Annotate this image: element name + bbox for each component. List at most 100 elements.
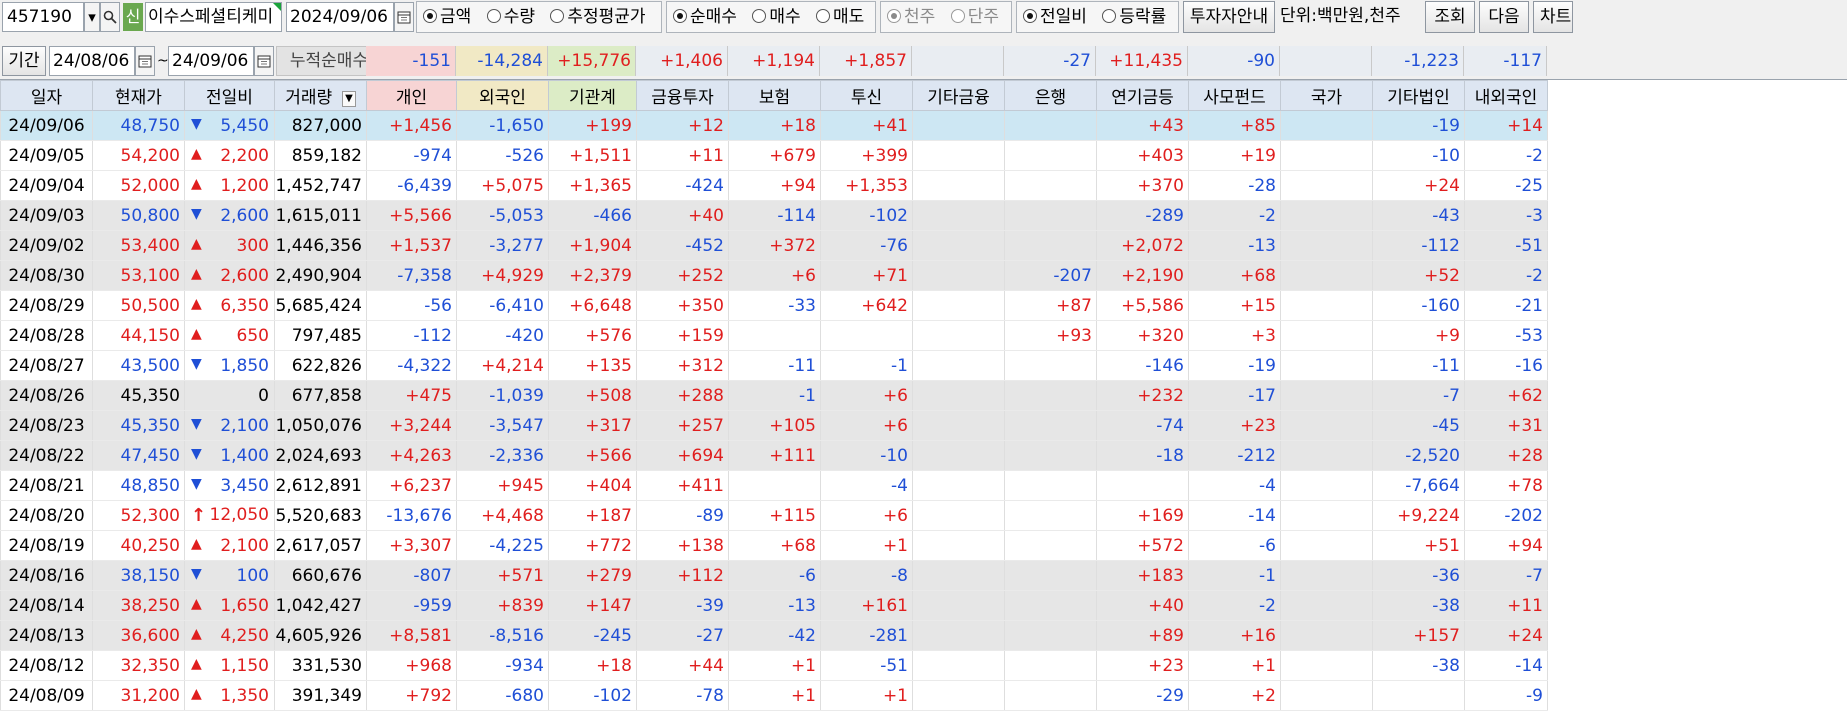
header-insurance[interactable]: 보험 [728,80,821,111]
radio-change-rate[interactable]: 등락률 [1102,2,1166,32]
cell-date: 24/08/21 [0,470,93,501]
header-other-finance[interactable]: 기타금융 [912,80,1005,111]
code-dropdown-button[interactable]: ▾ [84,2,100,32]
cell-individual: -807 [366,560,457,591]
header-change[interactable]: 전일비 [184,80,275,111]
table-row[interactable]: 24/08/28 44,150 ▲ 650 797,485 -112 -420 +576 +15… [0,320,1548,351]
header-financial-invest[interactable]: 금융투자 [636,80,729,111]
cell-volume: 2,617,057 [274,530,367,561]
date-picker-button[interactable] [394,2,414,32]
cell-individual: +4,263 [366,440,457,471]
cell-other-finance [912,590,1005,621]
table-row[interactable]: 24/08/27 43,500 ▼ 1,850 622,826 -4,322 +4,214 +… [0,350,1548,381]
cell-institution: +135 [548,350,637,381]
table-row[interactable]: 24/09/06 48,750 ▼ 5,450 827,000 +1,456 -1,650 +… [0,110,1548,141]
cell-bank [1004,380,1097,411]
search-button[interactable] [100,2,120,32]
radio-amount[interactable]: 금액 [423,2,471,32]
up-arrow-icon: ▲ [191,175,202,192]
change-value: 100 [236,565,269,586]
cell-insurance: +6 [728,260,821,291]
radio-quantity[interactable]: 수량 [486,2,535,32]
cell-pension: +40 [1096,590,1189,621]
investor-trading-grid[interactable]: 일자 현재가 전일비 거래량 ▼ 개인 외국인 기관계 금융투자 보험 투신 기타금융 은행 연기금등 사모… [0,79,1847,715]
table-row[interactable]: 24/08/21 48,850 ▼ 3,450 2,612,891 +6,237 +945 +… [0,470,1548,501]
start-date-picker-button[interactable] [135,46,155,76]
cumulative-insurance: +1,194 [728,46,820,76]
header-date[interactable]: 일자 [0,80,93,111]
radio-net-buy[interactable]: 순매수 [673,2,737,32]
header-individual[interactable]: 개인 [366,80,457,111]
header-trust[interactable]: 투신 [820,80,913,111]
table-row[interactable]: 24/08/19 40,250 ▲ 2,100 2,617,057 +3,307 -4,22… [0,530,1548,561]
cell-private-fund: -28 [1188,170,1281,201]
radio-thousand-shares[interactable]: 천주 [887,2,935,32]
table-row[interactable]: 24/09/02 53,400 ▲ 300 1,446,356 +1,537 -3,277 +… [0,230,1548,261]
investor-guide-button[interactable]: 투자자안내 [1183,1,1275,33]
start-date-value: 24/08/06 [53,51,130,71]
cell-other-corp: +9 [1372,320,1465,351]
radio-estimated-avg[interactable]: 추정평균가 [550,2,646,32]
table-row[interactable]: 24/08/20 52,300 ↑ 12,050 5,520,683 -13,676 +4,… [0,500,1548,531]
sort-dropdown-icon[interactable]: ▼ [342,91,356,107]
radio-single-shares[interactable]: 단주 [950,2,999,32]
start-date-input[interactable]: 24/08/06 [49,46,135,76]
cell-change: ▲ 1,150 [184,650,275,681]
table-row[interactable]: 24/09/03 50,800 ▼ 2,600 1,615,011 +5,566 -5,05… [0,200,1548,231]
header-foreign[interactable]: 외국인 [456,80,549,111]
cell-financial-invest: +694 [636,440,729,471]
header-nation[interactable]: 국가 [1280,80,1373,111]
table-row[interactable]: 24/08/26 45,350 0 677,858 +475 -1,039 +508 +288… [0,380,1548,411]
stock-code-input[interactable]: 457190 [2,2,84,32]
chart-button[interactable]: 차트 [1533,1,1573,33]
cell-pension: +5,586 [1096,290,1189,321]
cell-other-corp: -38 [1372,650,1465,681]
header-bank[interactable]: 은행 [1004,80,1097,111]
table-row[interactable]: 24/09/05 54,200 ▲ 2,200 859,182 -974 -526 +1,51… [0,140,1548,171]
cell-trust: +161 [820,590,913,621]
header-pension[interactable]: 연기금등 [1096,80,1189,111]
radio-sell[interactable]: 매도 [816,2,864,32]
table-row[interactable]: 24/08/12 32,350 ▲ 1,150 331,530 +968 -934 +18 +4… [0,650,1548,681]
table-row[interactable]: 24/08/13 36,600 ▲ 4,250 4,605,926 +8,581 -8,51… [0,620,1548,651]
cell-individual: -959 [366,590,457,621]
table-row[interactable]: 24/08/30 53,100 ▲ 2,600 2,490,904 -7,358 +4,92… [0,260,1548,291]
header-private-fund[interactable]: 사모펀드 [1188,80,1281,111]
cell-individual: +1,456 [366,110,457,141]
cell-foreign: -2,336 [456,440,549,471]
header-price[interactable]: 현재가 [92,80,185,111]
cell-other-corp: -45 [1372,410,1465,441]
header-volume[interactable]: 거래량 ▼ [274,80,367,111]
table-row[interactable]: 24/08/14 38,250 ▲ 1,650 1,042,427 -959 +839 +14… [0,590,1548,621]
change-value: 1,200 [220,175,269,196]
cell-price: 47,450 [92,440,185,471]
header-domestic-foreign[interactable]: 내외국인 [1464,80,1548,111]
header-institution[interactable]: 기관계 [548,80,637,111]
next-button[interactable]: 다음 [1479,1,1529,33]
radio-buy[interactable]: 매수 [752,2,801,32]
table-row[interactable]: 24/08/16 38,150 ▼ 100 660,676 -807 +571 +279 +11… [0,560,1548,591]
cell-price: 32,350 [92,650,185,681]
cell-private-fund: +1 [1188,650,1281,681]
query-button[interactable]: 조회 [1425,1,1475,33]
radio-prev-day-change[interactable]: 전일비 [1023,2,1087,32]
end-date-picker-button[interactable] [254,46,274,76]
table-row[interactable]: 24/09/04 52,000 ▲ 1,200 1,452,747 -6,439 +5,07… [0,170,1548,201]
cell-volume: 827,000 [274,110,367,141]
table-row[interactable]: 24/08/29 50,500 ▲ 6,350 5,685,424 -56 -6,410 +6… [0,290,1548,321]
cell-financial-invest: +288 [636,380,729,411]
cell-price: 38,250 [92,590,185,621]
cell-private-fund: -212 [1188,440,1281,471]
end-date-input[interactable]: 24/09/06 [168,46,254,76]
header-other-corp[interactable]: 기타법인 [1372,80,1465,111]
cell-bank [1004,470,1097,501]
cell-nation [1280,650,1373,681]
date-input[interactable]: 2024/09/06 [286,2,394,32]
table-row[interactable]: 24/08/22 47,450 ▼ 1,400 2,024,693 +4,263 -2,33… [0,440,1548,471]
change-value: 2,100 [220,415,269,436]
table-row[interactable]: 24/08/23 45,350 ▼ 2,100 1,050,076 +3,244 -3,54… [0,410,1548,441]
down-arrow-icon: ▼ [191,115,202,132]
stock-name-field[interactable]: 이수스페셜티케미 [145,2,282,32]
table-row[interactable]: 24/08/09 31,200 ▲ 1,350 391,349 +792 -680 -102-… [0,680,1548,711]
radio-dot-icon [1102,9,1117,23]
